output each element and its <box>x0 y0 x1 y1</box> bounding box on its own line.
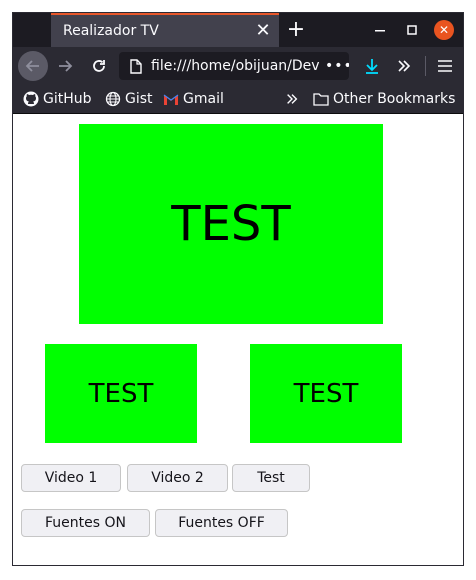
app-menu-button[interactable] <box>431 52 459 80</box>
arrow-left-icon <box>25 60 39 72</box>
page-content: TEST TEST TEST Video 1 Video 2 Test Fuen… <box>13 114 463 565</box>
forward-button[interactable] <box>51 52 79 80</box>
bookmark-label: Gmail <box>183 91 224 107</box>
downloads-button[interactable] <box>358 52 386 80</box>
back-button[interactable] <box>18 51 48 81</box>
test-button[interactable]: Test <box>232 464 310 492</box>
close-window-button[interactable]: ✕ <box>429 13 459 47</box>
navigation-toolbar: file:///home/obijuan/Dev ••• <box>13 47 463 85</box>
fuentes-on-button[interactable]: Fuentes ON <box>21 509 150 537</box>
bookmark-gmail[interactable]: Gmail <box>163 89 224 109</box>
browser-window: Realizador TV ✕ + ✕ file:///home/obijuan… <box>12 12 464 566</box>
tab-title: Realizador TV <box>63 23 159 39</box>
minimize-button[interactable] <box>365 13 395 47</box>
preview-screen-left: TEST <box>45 344 197 443</box>
video2-button[interactable]: Video 2 <box>127 464 228 492</box>
url-bar[interactable]: file:///home/obijuan/Dev ••• <box>119 52 349 80</box>
tab-strip: Realizador TV ✕ + ✕ <box>13 13 463 47</box>
bookmark-github[interactable]: GitHub <box>23 89 92 109</box>
other-bookmarks-label: Other Bookmarks <box>333 91 456 107</box>
video1-button[interactable]: Video 1 <box>21 464 121 492</box>
reload-icon <box>93 60 105 72</box>
new-tab-button[interactable]: + <box>283 17 309 43</box>
toolbar-overflow-button[interactable] <box>390 52 418 80</box>
bookmark-gist[interactable]: Gist <box>105 89 153 109</box>
active-tab[interactable]: Realizador TV ✕ <box>51 13 279 47</box>
gmail-icon <box>163 94 179 105</box>
bookmark-label: Gist <box>125 91 153 107</box>
preview-screen-right: TEST <box>250 344 402 443</box>
chevron-double-right-icon <box>398 60 411 72</box>
download-icon <box>366 59 378 74</box>
github-icon <box>23 91 39 107</box>
globe-icon <box>105 91 121 107</box>
url-text: file:///home/obijuan/Dev <box>151 58 320 74</box>
fuentes-off-button[interactable]: Fuentes OFF <box>155 509 288 537</box>
main-screen: TEST <box>79 124 383 324</box>
toolbar-separator <box>425 56 426 76</box>
close-icon: ✕ <box>434 20 454 40</box>
hamburger-menu-icon <box>438 60 452 72</box>
other-bookmarks-folder[interactable]: Other Bookmarks <box>313 89 455 109</box>
chevron-double-right-icon <box>287 94 298 104</box>
folder-icon <box>313 93 329 106</box>
maximize-button[interactable] <box>397 13 427 47</box>
bookmarks-overflow-button[interactable] <box>285 89 303 109</box>
page-icon <box>125 58 147 74</box>
tab-close-icon[interactable]: ✕ <box>253 21 273 41</box>
bookmarks-toolbar: GitHub Gist Gmail Other Bookmarks <box>13 85 463 114</box>
page-actions-icon[interactable]: ••• <box>325 58 349 74</box>
minimize-icon <box>375 30 385 32</box>
bookmark-label: GitHub <box>43 91 92 107</box>
reload-button[interactable] <box>85 52 113 80</box>
maximize-icon <box>407 25 417 35</box>
arrow-right-icon <box>59 60 73 72</box>
